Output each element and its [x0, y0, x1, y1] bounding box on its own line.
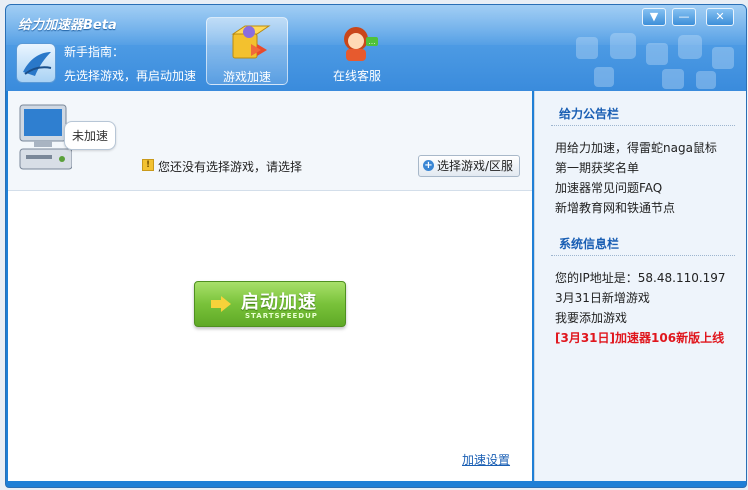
app-window: 给力加速器Beta 新手指南： 先选择游戏，再启动加速 游戏加速 … 在线客服 …: [5, 4, 747, 488]
notice-divider: [551, 125, 735, 126]
support-agent-icon: …: [344, 27, 378, 61]
start-acceleration-button[interactable]: 启动加速 STARTSPEEDUP: [194, 281, 346, 327]
plus-icon: +: [423, 160, 434, 171]
side-panel: 给力公告栏 用给力加速，得雷蛇naga鼠标 第一期获奖名单 加速器常见问题FAQ…: [534, 91, 746, 481]
acceleration-status-bubble: 未加速: [64, 121, 117, 150]
app-title: 给力加速器Beta: [18, 18, 117, 33]
notice-item[interactable]: 新增教育网和铁通节点: [555, 199, 675, 216]
guide-text: 先选择游戏，再启动加速: [64, 69, 197, 83]
warning-text: 您还没有选择游戏，请选择: [158, 160, 303, 174]
app-logo-icon: [16, 43, 56, 83]
new-version-notice[interactable]: [3月31日]加速器106新版上线: [555, 329, 724, 346]
notice-item[interactable]: 加速器常见问题FAQ: [555, 179, 662, 196]
start-button-sublabel: STARTSPEEDUP: [245, 312, 318, 320]
main-panel: 未加速 ! 您还没有选择游戏，请选择 + 选择游戏/区服 启动加速 STARTS…: [8, 91, 532, 481]
ip-address-text: 您的IP地址是：58.48.110.197: [555, 271, 726, 285]
tab-label: 在线客服: [332, 69, 381, 83]
svg-text:…: …: [369, 38, 376, 46]
title-bar[interactable]: 给力加速器Beta 新手指南： 先选择游戏，再启动加速 游戏加速 … 在线客服 …: [6, 5, 746, 91]
close-button[interactable]: ✕: [706, 8, 734, 26]
acceleration-settings-link[interactable]: 加速设置: [462, 451, 510, 468]
select-game-label: 选择游戏/区服: [437, 159, 514, 173]
arrow-right-icon: [211, 296, 231, 312]
warning-icon: !: [142, 159, 154, 171]
minimize-button[interactable]: —: [672, 8, 696, 26]
tab-online-support[interactable]: … 在线客服: [316, 17, 398, 85]
sysinfo-divider: [551, 255, 735, 256]
status-panel: 未加速 ! 您还没有选择游戏，请选择 + 选择游戏/区服: [8, 91, 532, 191]
notice-title: 给力公告栏: [559, 107, 620, 121]
guide-title: 新手指南：: [64, 45, 125, 59]
menu-dropdown-button[interactable]: ▼: [642, 8, 666, 26]
start-button-label: 启动加速: [241, 292, 317, 313]
notice-item[interactable]: 第一期获奖名单: [555, 159, 639, 176]
game-box-icon: [231, 25, 271, 59]
tab-game-acceleration[interactable]: 游戏加速: [206, 17, 288, 85]
select-game-button[interactable]: + 选择游戏/区服: [418, 155, 520, 177]
notice-item[interactable]: 用给力加速，得雷蛇naga鼠标: [555, 139, 717, 156]
tab-label: 游戏加速: [222, 70, 271, 84]
sysinfo-item[interactable]: 3月31日新增游戏: [555, 289, 650, 306]
decorative-icons-pattern: [576, 33, 734, 89]
add-game-link[interactable]: 我要添加游戏: [555, 309, 627, 326]
sysinfo-title: 系统信息栏: [559, 237, 620, 251]
